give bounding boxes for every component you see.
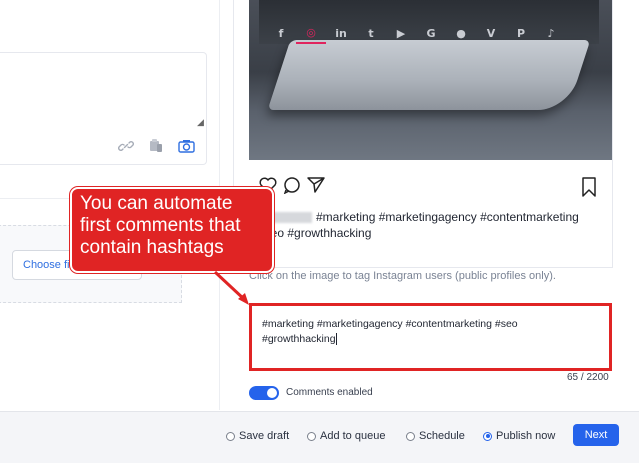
bookmark-icon: [581, 177, 597, 202]
tab-vimeo[interactable]: V: [476, 22, 506, 44]
share-icon: [306, 176, 326, 194]
annotation-callout: You can automate first comments that con…: [70, 187, 274, 273]
callout-text: You can automate first comments that con…: [80, 193, 241, 258]
option-label: Publish now: [496, 430, 556, 442]
character-count: 65 / 2200: [567, 372, 609, 383]
first-comment-line1: #marketing #marketingagency #contentmark…: [262, 318, 518, 330]
tag-users-hint: Click on the image to tag Instagram user…: [249, 270, 556, 282]
vimeo-icon: V: [486, 26, 496, 40]
network-tabs: f ◎ in t ▶ G ● V P ♪: [266, 22, 566, 44]
resize-handle-icon[interactable]: ◢: [197, 118, 204, 128]
media-library-icon[interactable]: [148, 138, 164, 154]
pinterest-icon: P: [516, 26, 526, 40]
post-composer: ◢ Choose fi f ◎ in t ▶ G ● V P ♪ #market…: [0, 0, 639, 463]
tab-pinterest[interactable]: P: [506, 22, 536, 44]
tab-youtube[interactable]: ▶: [386, 22, 416, 44]
reddit-icon: ●: [456, 26, 466, 40]
option-schedule[interactable]: Schedule: [406, 430, 465, 442]
youtube-icon: ▶: [396, 26, 406, 40]
tab-tiktok[interactable]: ♪: [536, 22, 566, 44]
option-save-draft[interactable]: Save draft: [226, 430, 289, 442]
radio-button[interactable]: [483, 431, 492, 441]
google-icon: G: [426, 26, 436, 40]
link-icon[interactable]: [118, 138, 134, 154]
linkedin-icon: in: [335, 26, 347, 40]
facebook-icon: f: [278, 26, 284, 40]
editor-toolbar: [118, 138, 195, 154]
tab-google[interactable]: G: [416, 22, 446, 44]
tab-linkedin[interactable]: in: [326, 22, 356, 44]
twitter-icon: t: [368, 26, 374, 40]
tab-twitter[interactable]: t: [356, 22, 386, 44]
camera-icon[interactable]: [178, 139, 195, 154]
post-caption: #marketing #marketingagency #contentmark…: [258, 209, 608, 241]
tiktok-icon: ♪: [547, 26, 555, 40]
caption-hashtags: #marketing #marketingagency #contentmark…: [316, 210, 579, 224]
option-label: Save draft: [239, 430, 290, 442]
tab-instagram[interactable]: ◎: [296, 22, 326, 44]
radio-button[interactable]: [226, 431, 235, 441]
tab-facebook[interactable]: f: [266, 22, 296, 44]
text-caret: [335, 333, 337, 346]
comments-enabled-toggle[interactable]: [249, 386, 279, 400]
option-label: Schedule: [419, 430, 465, 442]
laptop-body: [267, 40, 591, 110]
radio-button[interactable]: [406, 431, 415, 441]
instagram-icon: ◎: [306, 25, 316, 39]
tab-reddit[interactable]: ●: [446, 22, 476, 44]
caption-hashtags-line2: #seo #growthhacking: [258, 226, 372, 240]
option-publish-now[interactable]: Publish now: [483, 430, 555, 442]
next-button[interactable]: Next: [573, 424, 619, 446]
comments-enabled-label: Comments enabled: [286, 387, 373, 398]
radio-button[interactable]: [307, 431, 316, 441]
first-comment-input[interactable]: #marketing #marketingagency #contentmark…: [249, 303, 612, 371]
option-label: Add to queue: [320, 430, 386, 442]
toggle-knob: [267, 388, 277, 398]
first-comment-line2: #growthhacking: [262, 333, 336, 345]
option-add-to-queue[interactable]: Add to queue: [307, 430, 385, 442]
comment-icon: [282, 176, 302, 194]
